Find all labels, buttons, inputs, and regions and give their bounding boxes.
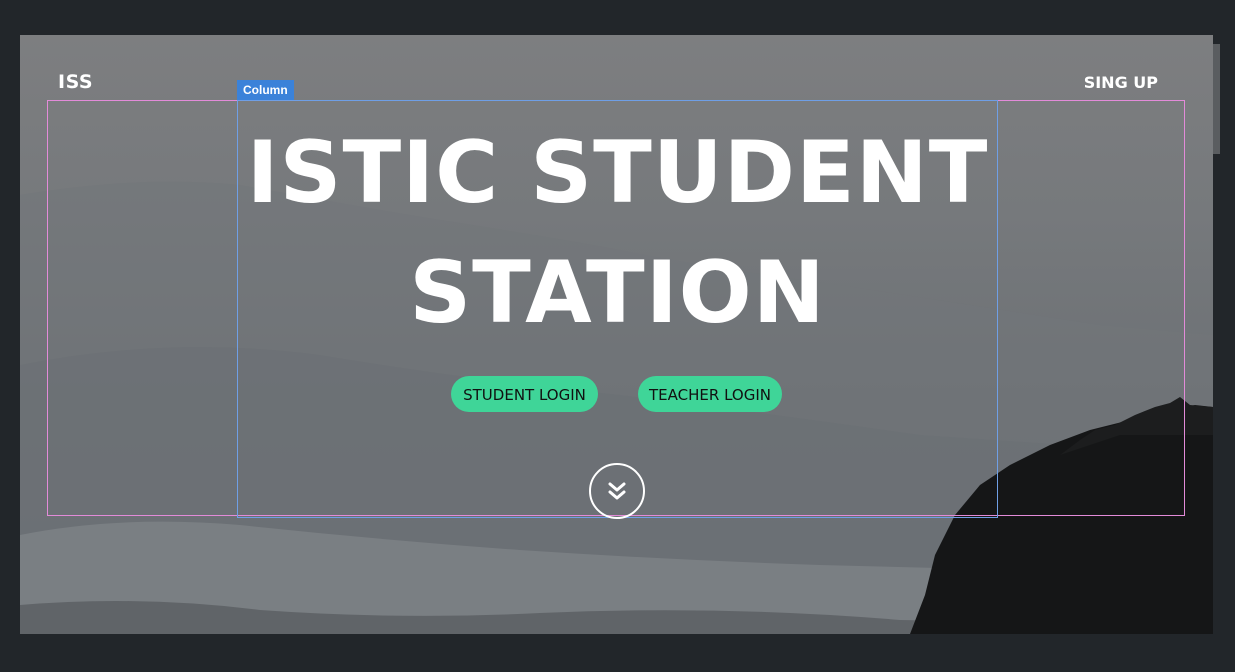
page-title: ISTIC STUDENT STATION [237, 113, 998, 353]
student-login-button[interactable]: STUDENT LOGIN [451, 376, 598, 412]
signup-link[interactable]: SING UP [1084, 73, 1158, 92]
column-tag[interactable]: Column [237, 80, 294, 100]
title-line-1: ISTIC STUDENT [246, 123, 989, 223]
teacher-login-button[interactable]: TEACHER LOGIN [638, 376, 782, 412]
page-overlay: ISS SING UP Column ISTIC STUDENT STATION… [20, 35, 1213, 634]
scrollbar[interactable] [1213, 44, 1220, 154]
scroll-down-button[interactable] [589, 463, 645, 519]
title-line-2: STATION [409, 243, 826, 343]
site-logo[interactable]: ISS [58, 71, 93, 93]
double-chevron-down-icon [608, 482, 626, 500]
